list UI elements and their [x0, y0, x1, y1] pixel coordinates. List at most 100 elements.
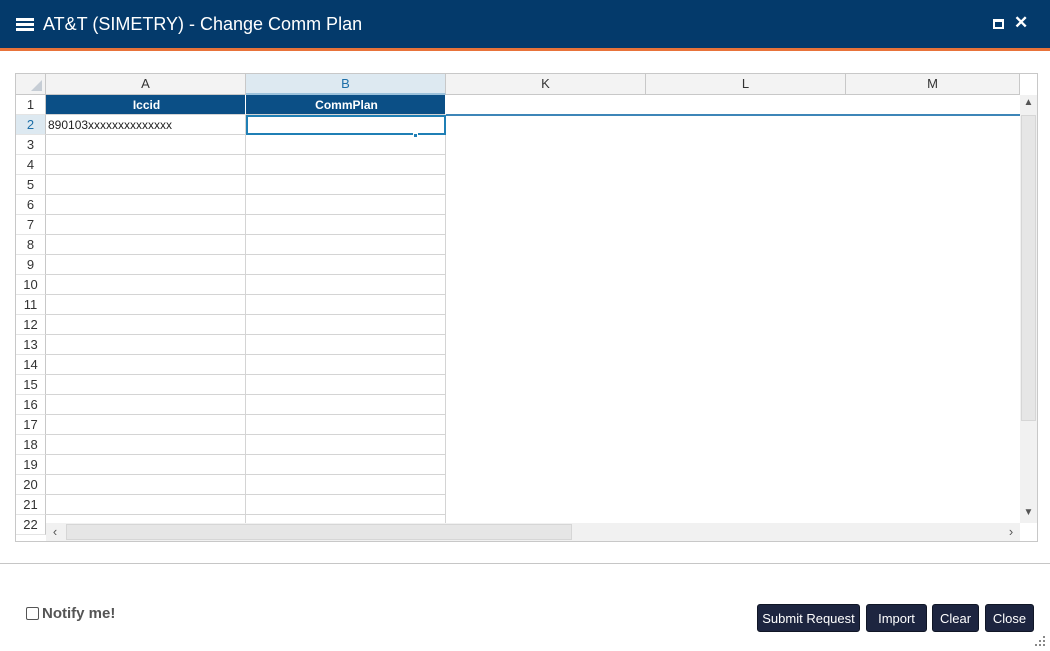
row-header[interactable]: 22 [16, 515, 46, 535]
row-header[interactable]: 3 [16, 135, 46, 155]
row-header[interactable]: 9 [16, 255, 46, 275]
row-header[interactable]: 19 [16, 455, 46, 475]
clear-button[interactable]: Clear [932, 604, 979, 632]
submit-request-button[interactable]: Submit Request [757, 604, 860, 632]
row-header[interactable]: 15 [16, 375, 46, 395]
table-row [46, 155, 446, 175]
cell-commplan[interactable] [246, 195, 446, 215]
row-header[interactable]: 16 [16, 395, 46, 415]
cell-iccid[interactable] [46, 375, 246, 395]
spreadsheet[interactable]: A B K L M 1 2 3 4 5 6 7 8 9 10 11 12 13 14 15 16 17 18 19… [15, 73, 1038, 542]
cell-iccid[interactable] [46, 275, 246, 295]
cell-iccid[interactable] [46, 355, 246, 375]
cell-commplan[interactable] [246, 315, 446, 335]
cell-iccid[interactable] [46, 155, 246, 175]
cell-commplan[interactable] [246, 355, 446, 375]
table-row: Iccid CommPlan [46, 95, 446, 115]
cell-iccid[interactable] [46, 415, 246, 435]
table-row [46, 335, 446, 355]
row-header[interactable]: 13 [16, 335, 46, 355]
cell-iccid[interactable] [46, 495, 246, 515]
cell-commplan[interactable] [246, 495, 446, 515]
column-header-b[interactable]: B [246, 74, 446, 95]
cell-commplan[interactable] [246, 155, 446, 175]
table-row [46, 355, 446, 375]
cell-iccid[interactable] [46, 195, 246, 215]
active-cell[interactable] [246, 115, 446, 135]
row-header[interactable]: 7 [16, 215, 46, 235]
cell-commplan[interactable] [246, 235, 446, 255]
vertical-scrollbar[interactable]: ▲ ▼ [1020, 95, 1037, 523]
cell-iccid[interactable] [46, 435, 246, 455]
checkbox-icon[interactable] [26, 607, 39, 620]
cell-commplan[interactable] [246, 215, 446, 235]
scroll-right-icon[interactable]: › [1002, 523, 1020, 541]
cell-commplan[interactable] [246, 295, 446, 315]
select-all-corner[interactable] [16, 74, 46, 95]
cell-iccid[interactable] [46, 335, 246, 355]
row-header[interactable]: 14 [16, 355, 46, 375]
row-header[interactable]: 21 [16, 495, 46, 515]
column-header-k[interactable]: K [446, 74, 646, 95]
cell-iccid[interactable] [46, 315, 246, 335]
column-header-l[interactable]: L [646, 74, 846, 95]
cell-commplan[interactable] [246, 175, 446, 195]
notify-checkbox[interactable]: Notify me! [26, 605, 115, 622]
row-header[interactable]: 8 [16, 235, 46, 255]
table-row [46, 375, 446, 395]
cell-iccid[interactable] [46, 455, 246, 475]
row-header[interactable]: 1 [16, 95, 46, 115]
row-header[interactable]: 20 [16, 475, 46, 495]
scroll-down-icon[interactable]: ▼ [1020, 507, 1037, 518]
table-row [46, 175, 446, 195]
row-header[interactable]: 2 [16, 115, 46, 135]
cell-commplan[interactable] [246, 275, 446, 295]
maximize-icon[interactable] [993, 19, 1004, 29]
column-title-commplan[interactable]: CommPlan [246, 95, 446, 115]
row-header[interactable]: 18 [16, 435, 46, 455]
column-header-m[interactable]: M [846, 74, 1020, 95]
column-header-a[interactable]: A [46, 74, 246, 95]
table-row [46, 135, 446, 155]
cell-iccid[interactable]: 890103xxxxxxxxxxxxxx [46, 115, 246, 135]
window-title: AT&T (SIMETRY) - Change Comm Plan [43, 14, 363, 34]
cell-iccid[interactable] [46, 235, 246, 255]
horizontal-scrollbar[interactable]: ‹ › [46, 523, 1020, 541]
cell-commplan[interactable] [246, 335, 446, 355]
cell-iccid[interactable] [46, 395, 246, 415]
row-header[interactable]: 5 [16, 175, 46, 195]
table-row [46, 195, 446, 215]
cell-commplan[interactable] [246, 435, 446, 455]
cell-iccid[interactable] [46, 475, 246, 495]
resize-grip-icon[interactable] [1034, 636, 1046, 648]
column-title-iccid[interactable]: Iccid [46, 95, 246, 115]
vertical-scroll-thumb[interactable] [1021, 115, 1036, 421]
cell-iccid[interactable] [46, 215, 246, 235]
cell-commplan[interactable] [246, 395, 446, 415]
close-icon[interactable]: ✕ [1014, 13, 1028, 33]
row-header[interactable]: 17 [16, 415, 46, 435]
cell-iccid[interactable] [46, 255, 246, 275]
scroll-up-icon[interactable]: ▲ [1020, 97, 1037, 108]
scroll-left-icon[interactable]: ‹ [46, 523, 64, 541]
row-header[interactable]: 12 [16, 315, 46, 335]
table-row [46, 215, 446, 235]
close-button[interactable]: Close [985, 604, 1034, 632]
import-button[interactable]: Import [866, 604, 927, 632]
row-header[interactable]: 10 [16, 275, 46, 295]
row-header[interactable]: 4 [16, 155, 46, 175]
horizontal-scroll-thumb[interactable] [66, 524, 572, 540]
cell-commplan[interactable] [246, 255, 446, 275]
cell-commplan[interactable] [246, 135, 446, 155]
row-header[interactable]: 11 [16, 295, 46, 315]
cell-commplan[interactable] [246, 475, 446, 495]
cell-commplan[interactable] [246, 415, 446, 435]
cell-commplan[interactable] [246, 375, 446, 395]
cell-iccid[interactable] [46, 295, 246, 315]
cell-grid: Iccid CommPlan 890103xxxxxxxxxxxxxx [46, 95, 446, 535]
cell-iccid[interactable] [46, 175, 246, 195]
cell-commplan[interactable] [246, 455, 446, 475]
cell-iccid[interactable] [46, 135, 246, 155]
fill-handle[interactable] [413, 133, 418, 138]
row-header[interactable]: 6 [16, 195, 46, 215]
